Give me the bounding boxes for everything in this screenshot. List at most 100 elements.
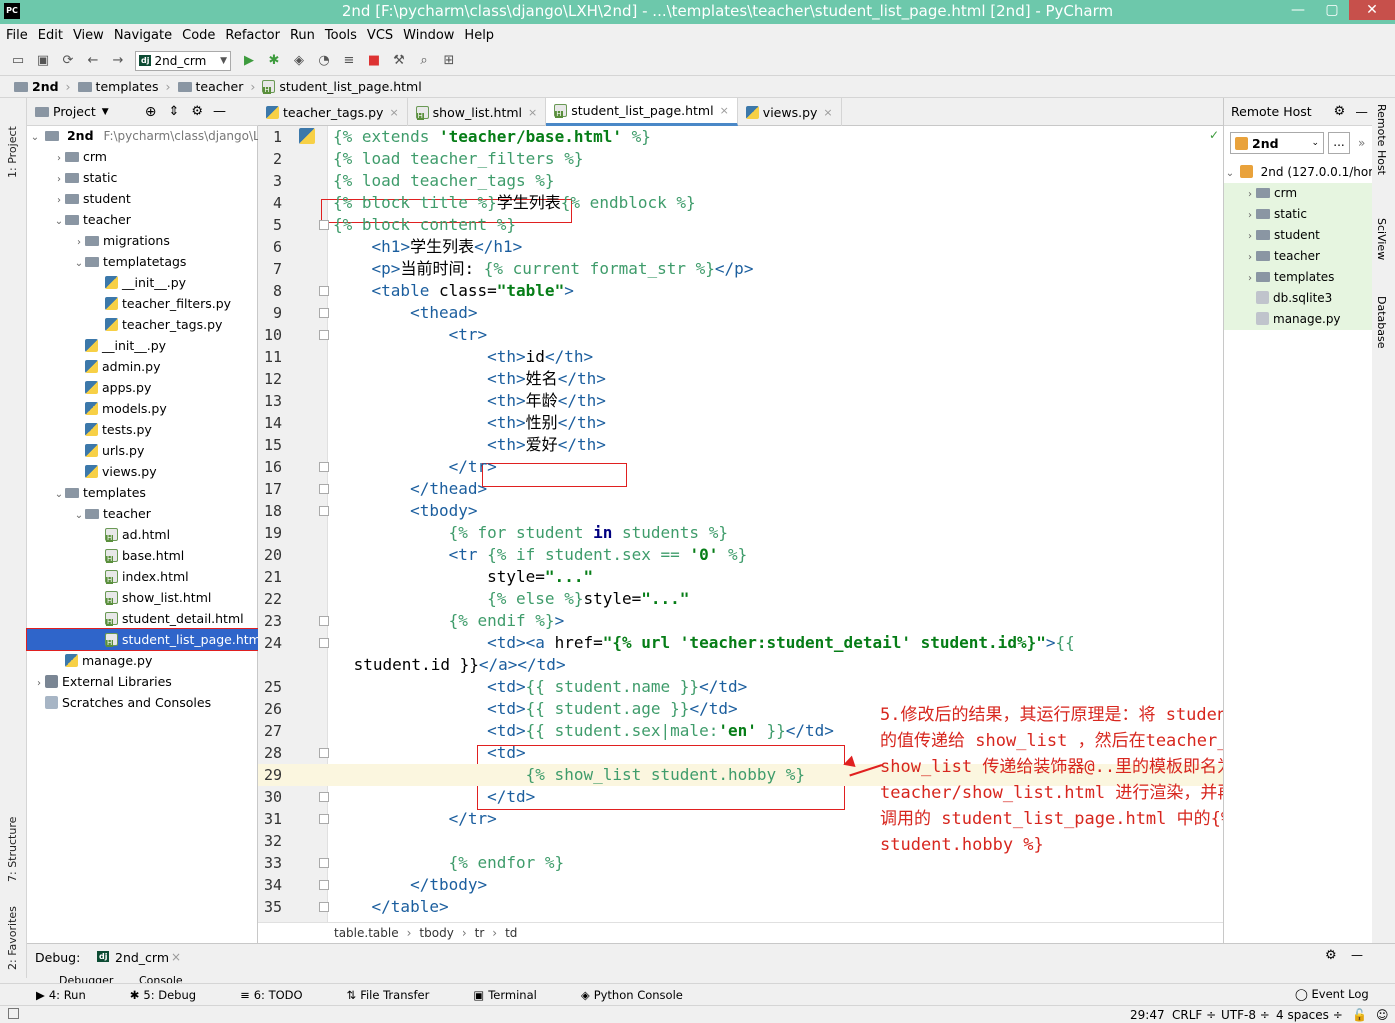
tool-window-button[interactable]: ▣ Terminal (473, 988, 558, 1002)
chevron-down-icon[interactable]: ▼ (102, 107, 109, 117)
tree-item[interactable]: teacher_filters.py (27, 293, 258, 314)
code-line[interactable]: 2 {% load teacher_filters %} (258, 148, 1223, 170)
run-config-select[interactable]: dj 2nd_crm ▼ (135, 50, 231, 71)
editor-tab[interactable]: show_list.html × (408, 98, 547, 126)
editor-tab[interactable]: teacher_tags.py × (258, 98, 408, 126)
breadcrumb-item[interactable]: teacher (196, 79, 244, 94)
code-line[interactable]: 9 <thead> (258, 302, 1223, 324)
code-line[interactable]: 11 <th>id</th> (258, 346, 1223, 368)
breadcrumb-item[interactable]: 2nd (32, 79, 59, 94)
fold-marker-icon[interactable] (319, 638, 329, 648)
structure-tool-tab[interactable]: 7: Structure (6, 792, 19, 882)
menu-item-refactor[interactable]: Refactor (225, 28, 280, 43)
breadcrumb-item[interactable]: student_list_page.html (279, 79, 421, 94)
close-icon[interactable]: × (528, 106, 537, 119)
database-tool-tab[interactable]: Database (1375, 296, 1388, 349)
file-encoding[interactable]: UTF-8 ÷ (1221, 1006, 1270, 1023)
remote-item[interactable]: › student (1224, 225, 1373, 246)
server-select[interactable]: 2nd ⌄ (1230, 132, 1324, 154)
coverage-icon[interactable]: ◈ (291, 53, 307, 69)
remote-item[interactable]: › teacher (1224, 246, 1373, 267)
tree-item[interactable]: apps.py (27, 377, 258, 398)
indent-setting[interactable]: 4 spaces ÷ (1276, 1006, 1343, 1023)
code-line[interactable]: 21 style="..." (258, 566, 1223, 588)
remote-item[interactable]: › static (1224, 204, 1373, 225)
tree-item[interactable]: ⌄ teacher (27, 503, 258, 524)
menu-item-navigate[interactable]: Navigate (114, 28, 172, 43)
close-icon[interactable]: × (171, 950, 181, 964)
remote-host-tool-tab[interactable]: Remote Host (1375, 104, 1388, 175)
tree-item[interactable]: tests.py (27, 419, 258, 440)
fold-marker-icon[interactable] (319, 484, 329, 494)
editor-breadcrumb-item[interactable]: table.table (334, 926, 399, 940)
code-line[interactable]: 4 {% block title %}学生列表{% endblock %} (258, 192, 1223, 214)
tree-item[interactable]: ad.html (27, 524, 258, 545)
tree-item[interactable]: __init__.py (27, 272, 258, 293)
line-separator[interactable]: CRLF ÷ (1172, 1006, 1216, 1023)
tree-item[interactable]: student_detail.html (27, 608, 258, 629)
code-line[interactable]: 17 </thead> (258, 478, 1223, 500)
sdk-manager-icon[interactable]: ⊞ (441, 53, 457, 69)
code-line[interactable]: 23 {% endif %}> (258, 610, 1223, 632)
tree-item[interactable]: manage.py (27, 650, 258, 671)
code-line[interactable]: 13 <th>年龄</th> (258, 390, 1223, 412)
stop-icon[interactable]: ■ (366, 53, 382, 69)
hide-icon[interactable]: — (1351, 948, 1363, 962)
more-button[interactable]: ... (1328, 132, 1350, 154)
menu-item-window[interactable]: Window (403, 28, 454, 43)
caret-position[interactable]: 29:47 (1130, 1006, 1165, 1023)
code-line[interactable]: 5 {% block content %} (258, 214, 1223, 236)
tree-item[interactable]: teacher_tags.py (27, 314, 258, 335)
sync-icon[interactable]: ⟳ (60, 53, 76, 69)
debug-config-tab[interactable]: 2nd_crm (115, 950, 169, 965)
fold-marker-icon[interactable] (319, 462, 329, 472)
remote-item[interactable]: manage.py (1224, 309, 1373, 330)
remote-item[interactable]: db.sqlite3 (1224, 288, 1373, 309)
tree-item[interactable]: models.py (27, 398, 258, 419)
tool-window-button[interactable]: ≡ 6: TODO (240, 988, 324, 1002)
favorites-tool-tab[interactable]: 2: Favorites (6, 890, 19, 970)
code-line[interactable]: 3 {% load teacher_tags %} (258, 170, 1223, 192)
tree-item[interactable]: base.html (27, 545, 258, 566)
save-icon[interactable]: ▣ (35, 53, 51, 69)
editor-tab[interactable]: views.py × (738, 98, 842, 126)
tree-item[interactable]: __init__.py (27, 335, 258, 356)
fold-marker-icon[interactable] (319, 308, 329, 318)
inspector-icon[interactable]: ☺ (1376, 1006, 1389, 1023)
tree-item[interactable]: Scratches and Consoles (27, 692, 258, 713)
fold-marker-icon[interactable] (319, 902, 329, 912)
debug-icon[interactable]: ✱ (266, 53, 282, 69)
close-icon[interactable]: × (389, 106, 398, 119)
maximize-icon[interactable]: ▢ (1315, 0, 1349, 20)
fold-marker-icon[interactable] (319, 814, 329, 824)
fold-marker-icon[interactable] (319, 748, 329, 758)
code-line[interactable]: 16 </tr> (258, 456, 1223, 478)
settings-icon[interactable]: ⚙ (1334, 104, 1346, 119)
code-line[interactable]: 14 <th>性别</th> (258, 412, 1223, 434)
tree-item[interactable]: › student (27, 188, 258, 209)
settings-wrench-icon[interactable]: ⚒ (391, 53, 407, 69)
editor-tab[interactable]: student_list_page.html × (546, 98, 738, 126)
fold-marker-icon[interactable] (319, 506, 329, 516)
settings-icon[interactable]: ⚙ (191, 104, 203, 119)
menu-item-file[interactable]: File (6, 28, 28, 43)
editor-breadcrumb-item[interactable]: tr (475, 926, 485, 940)
search-icon[interactable]: ⌕ (416, 53, 432, 69)
fold-marker-icon[interactable] (319, 286, 329, 296)
tree-item[interactable]: › static (27, 167, 258, 188)
tree-item[interactable]: ⌄ templatetags (27, 251, 258, 272)
close-icon[interactable]: × (823, 106, 832, 119)
tree-item[interactable]: › crm (27, 146, 258, 167)
fold-marker-icon[interactable] (319, 858, 329, 868)
collapse-icon[interactable]: ⇕ (168, 104, 179, 119)
code-line[interactable]: student.id }}</a></td> (258, 654, 1223, 676)
tree-item[interactable]: › External Libraries (27, 671, 258, 692)
code-line[interactable]: 6 <h1>学生列表</h1> (258, 236, 1223, 258)
tree-item[interactable]: show_list.html (27, 587, 258, 608)
editor-breadcrumb-item[interactable]: td (505, 926, 517, 940)
hide-icon[interactable]: — (213, 104, 226, 119)
tree-item[interactable]: admin.py (27, 356, 258, 377)
code-line[interactable]: 1 {% extends 'teacher/base.html' %} (258, 126, 1223, 148)
tree-item[interactable]: urls.py (27, 440, 258, 461)
project-panel-title[interactable]: Project (53, 104, 96, 119)
